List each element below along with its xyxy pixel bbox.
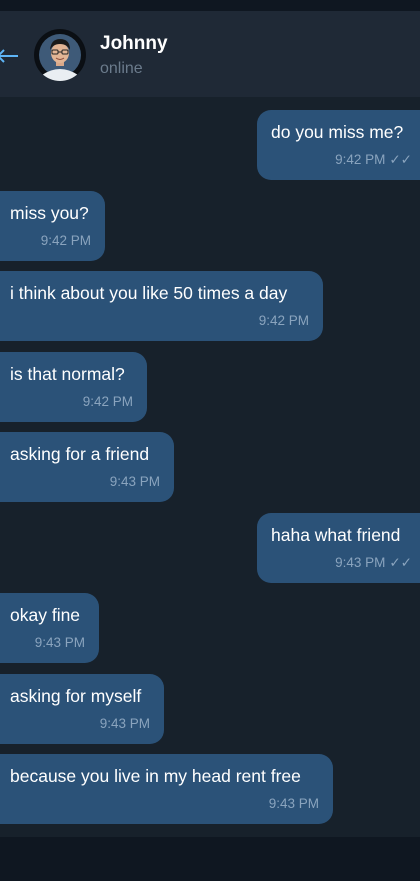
message-text: because you live in my head rent free bbox=[10, 766, 301, 786]
profile-photo bbox=[35, 30, 85, 81]
contact-name[interactable]: Johnny bbox=[100, 33, 168, 55]
message-bubble-incoming[interactable]: is that normal? 9:42 PM bbox=[0, 352, 147, 422]
avatar[interactable] bbox=[34, 29, 86, 81]
message-timestamp: 9:43 PM bbox=[99, 716, 150, 731]
message-timestamp: 9:42 PM bbox=[40, 233, 91, 248]
contact-status: online bbox=[100, 60, 143, 77]
message-bubble-outgoing[interactable]: haha what friend 9:43 PM ✓✓ bbox=[257, 513, 420, 583]
message-timestamp: 9:42 PM bbox=[335, 152, 386, 167]
top-strip bbox=[0, 0, 420, 11]
message-text: asking for myself bbox=[10, 686, 142, 706]
message-timestamp: 9:42 PM bbox=[258, 313, 309, 328]
message-bubble-incoming[interactable]: i think about you like 50 times a day 9:… bbox=[0, 271, 323, 341]
message-time: 9:43 PM ✓✓ bbox=[335, 555, 412, 571]
message-timestamp: 9:43 PM bbox=[109, 474, 160, 489]
read-checkmarks-icon: ✓✓ bbox=[389, 152, 412, 167]
chat-header: Johnny online bbox=[0, 11, 420, 97]
chat-window: Johnny online do you miss me? 9:42 PM ✓✓ … bbox=[0, 0, 420, 881]
message-timestamp: 9:43 PM bbox=[34, 635, 85, 650]
message-text: okay fine bbox=[10, 605, 81, 625]
read-checkmarks-icon: ✓✓ bbox=[389, 555, 412, 570]
message-timestamp: 9:43 PM bbox=[335, 555, 386, 570]
message-text: asking for a friend bbox=[10, 444, 150, 464]
message-text: miss you? bbox=[10, 203, 89, 223]
message-time: 9:42 PM ✓✓ bbox=[335, 152, 412, 168]
composer-area[interactable] bbox=[0, 837, 420, 881]
back-arrow-icon-shape[interactable] bbox=[0, 49, 20, 63]
message-bubble-incoming[interactable]: asking for myself 9:43 PM bbox=[0, 674, 164, 744]
message-bubble-incoming[interactable]: miss you? 9:42 PM bbox=[0, 191, 105, 261]
message-text: is that normal? bbox=[10, 364, 125, 384]
message-bubble-incoming[interactable]: asking for a friend 9:43 PM bbox=[0, 432, 174, 502]
message-bubble-incoming[interactable]: because you live in my head rent free 9:… bbox=[0, 754, 333, 824]
message-list: do you miss me? 9:42 PM ✓✓ miss you? 9:42… bbox=[0, 97, 420, 837]
message-timestamp: 9:43 PM bbox=[268, 796, 319, 811]
message-text: haha what friend bbox=[271, 525, 401, 545]
message-bubble-incoming[interactable]: okay fine 9:43 PM bbox=[0, 593, 99, 663]
message-bubble-outgoing[interactable]: do you miss me? 9:42 PM ✓✓ bbox=[257, 110, 420, 180]
message-text: do you miss me? bbox=[271, 122, 404, 142]
message-timestamp: 9:42 PM bbox=[82, 394, 133, 409]
message-text: i think about you like 50 times a day bbox=[10, 283, 288, 303]
